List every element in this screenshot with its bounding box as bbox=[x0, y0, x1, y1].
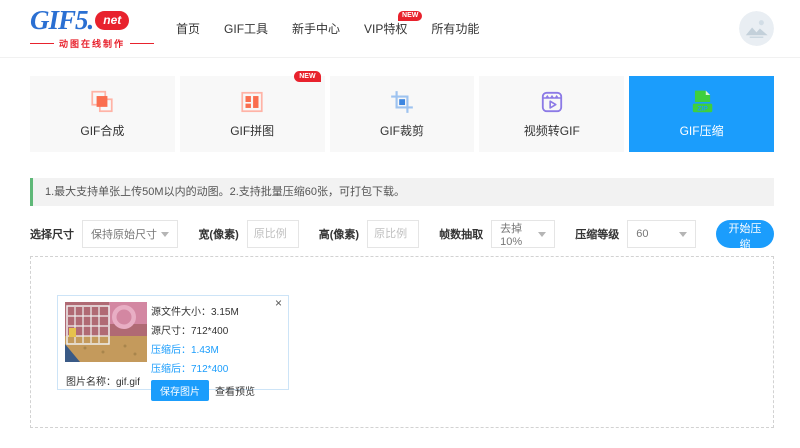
height-input[interactable] bbox=[367, 220, 420, 248]
tab-label: GIF拼图 bbox=[230, 124, 275, 138]
frames-label: 帧数抽取 bbox=[439, 229, 484, 241]
frames-select-value: 去掉10% bbox=[500, 223, 523, 248]
tab-gif-crop[interactable]: GIF裁剪 bbox=[329, 76, 475, 152]
level-label: 压缩等级 bbox=[575, 229, 620, 241]
level-select[interactable]: 60 bbox=[627, 220, 696, 248]
nav-item-all-features[interactable]: 所有功能 bbox=[431, 20, 479, 37]
size-select[interactable]: 保持原始尺寸 bbox=[82, 220, 179, 248]
start-compress-button[interactable]: 开始压缩 bbox=[716, 220, 774, 251]
chevron-down-icon bbox=[678, 231, 687, 237]
tagline-dash-left bbox=[30, 43, 54, 44]
user-avatar[interactable] bbox=[739, 11, 774, 46]
new-badge: NEW bbox=[398, 11, 423, 21]
collage-grid-icon bbox=[241, 91, 263, 113]
logo-tagline: 动图在线制作 bbox=[30, 37, 155, 50]
tab-gif-merge[interactable]: GIF合成 bbox=[30, 76, 175, 152]
close-icon[interactable]: × bbox=[275, 297, 282, 309]
tab-video-to-gif[interactable]: 视频转GIF bbox=[479, 76, 625, 152]
source-dimensions: 源尺寸：712*400 bbox=[151, 326, 229, 337]
size-label: 选择尺寸 bbox=[30, 229, 74, 241]
header: GIF5. net 动图在线制作 首页 GIF工具 新手中心 VIP特权 NEW… bbox=[0, 0, 800, 58]
file-name-label: 图片名称：gif.gif bbox=[66, 377, 140, 388]
result-thumbnail-image bbox=[65, 302, 147, 362]
nav-item-beginner[interactable]: 新手中心 bbox=[292, 20, 340, 37]
tab-gif-collage[interactable]: NEW GIF拼图 bbox=[179, 71, 325, 152]
zip-file-icon: ZIP bbox=[692, 90, 712, 112]
compress-controls: 选择尺寸 保持原始尺寸 宽(像素) 高(像素) 帧数抽取 去掉10% 压缩等级 … bbox=[30, 220, 774, 251]
result-card: 图片名称：gif.gif 源文件大小：3.15M 源尺寸：712*400 压缩后… bbox=[57, 295, 289, 401]
tagline-text: 动图在线制作 bbox=[59, 39, 126, 49]
size-select-value: 保持原始尺寸 bbox=[91, 229, 157, 241]
save-image-button[interactable]: 保存图片 bbox=[151, 380, 209, 401]
frames-select[interactable]: 去掉10% bbox=[491, 220, 556, 248]
width-label: 宽(像素) bbox=[198, 229, 239, 241]
tab-label: GIF合成 bbox=[80, 124, 125, 138]
nav-item-vip[interactable]: VIP特权 NEW bbox=[364, 11, 423, 37]
compressed-dimensions: 压缩后：712*400 bbox=[151, 364, 229, 375]
level-select-value: 60 bbox=[636, 228, 649, 240]
main-nav: 首页 GIF工具 新手中心 VIP特权 NEW 所有功能 bbox=[176, 11, 479, 37]
nav-item-home[interactable]: 首页 bbox=[176, 20, 200, 37]
logo-tld-badge: net bbox=[95, 11, 130, 30]
nav-item-gif-tools[interactable]: GIF工具 bbox=[224, 20, 268, 37]
logo-text: GIF5. bbox=[30, 5, 94, 35]
merge-squares-icon bbox=[91, 90, 114, 113]
new-badge: NEW bbox=[294, 71, 321, 82]
height-label: 高(像素) bbox=[318, 229, 360, 241]
chevron-down-icon bbox=[161, 231, 170, 237]
card-actions: 保存图片 查看预览 bbox=[151, 380, 255, 401]
svg-text:ZIP: ZIP bbox=[697, 105, 708, 112]
video-player-icon bbox=[541, 91, 562, 113]
tab-gif-compress[interactable]: ZIP GIF压缩 bbox=[629, 76, 774, 152]
width-input[interactable] bbox=[246, 220, 299, 248]
crop-icon bbox=[391, 91, 413, 113]
avatar-placeholder-icon bbox=[739, 11, 774, 46]
upload-dropzone[interactable]: 图片名称：gif.gif 源文件大小：3.15M 源尺寸：712*400 压缩后… bbox=[30, 256, 774, 428]
upload-notice: 1.最大支持单张上传50M以内的动图。2.支持批量压缩60张，可打包下载。 bbox=[30, 178, 774, 206]
tab-label: GIF压缩 bbox=[679, 124, 724, 138]
compressed-size: 压缩后：1.43M bbox=[151, 345, 219, 356]
file-info: 源文件大小：3.15M 源尺寸：712*400 压缩后：1.43M 压缩后：71… bbox=[151, 303, 255, 401]
chevron-down-icon bbox=[538, 231, 547, 237]
tagline-dash-right bbox=[130, 43, 155, 44]
tab-label: 视频转GIF bbox=[523, 124, 580, 138]
feature-tabs: GIF合成 NEW GIF拼图 GIF裁剪 视频转GIF ZIP GIF压缩 bbox=[30, 71, 774, 152]
site-logo[interactable]: GIF5. net 动图在线制作 bbox=[30, 5, 155, 50]
tab-label: GIF裁剪 bbox=[379, 124, 424, 138]
source-size: 源文件大小：3.15M bbox=[151, 307, 239, 318]
view-preview-link[interactable]: 查看预览 bbox=[215, 383, 255, 398]
